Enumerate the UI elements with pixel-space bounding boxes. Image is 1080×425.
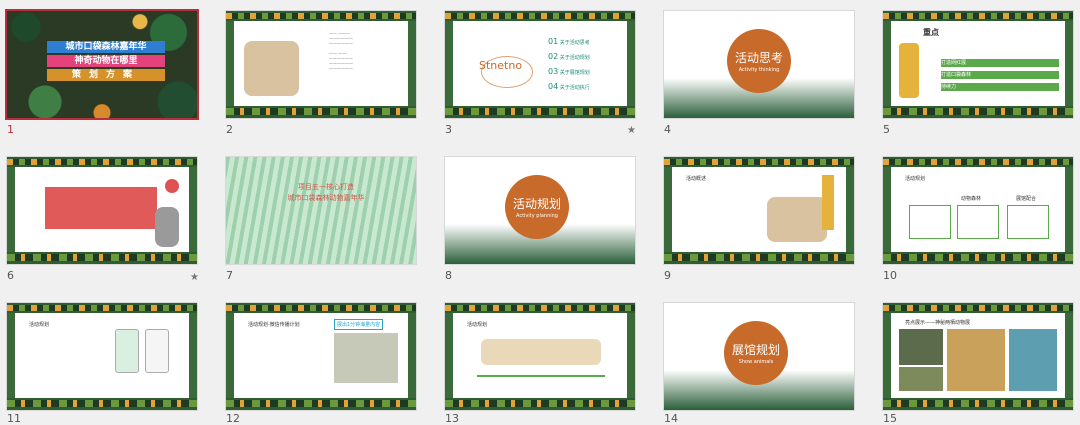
divider bbox=[477, 375, 605, 377]
animal-toys-image bbox=[244, 41, 299, 96]
slide-subtitle: Activity planning bbox=[516, 213, 558, 219]
animal-photo-1 bbox=[899, 329, 943, 365]
slide-thumbnail-11[interactable]: 活动规划 bbox=[7, 303, 197, 410]
toc-list: 01 关于活动思考 02 关于活动规划 03 关于展馆规划 04 关于活动执行 bbox=[548, 37, 590, 91]
tag-label: 展出1分钟海量内容 bbox=[334, 319, 384, 330]
slide-number-8: 8 bbox=[445, 269, 452, 282]
info-box-3 bbox=[1007, 205, 1049, 239]
info-box-1 bbox=[909, 205, 951, 239]
slide-thumbnail-5[interactable]: 重点 打造网红展 打造口袋森林 持续力 bbox=[883, 11, 1073, 118]
cartoon-animals-image bbox=[481, 339, 601, 365]
highlight-row-3: 持续力 bbox=[941, 83, 1059, 91]
highlight-row-2: 打造口袋森林 bbox=[941, 71, 1059, 79]
slide-heading: 活动规划·微信传播计划 bbox=[248, 322, 300, 328]
animal-toys-image bbox=[767, 197, 827, 242]
slide-thumbnail-1[interactable]: 城市口袋森林嘉年华 神奇动物在哪里 策划方案 bbox=[7, 11, 197, 118]
grass-background bbox=[226, 157, 416, 264]
slide-number-10: 10 bbox=[883, 269, 897, 282]
slide-thumbnail-9[interactable]: 活动概述 bbox=[664, 157, 854, 264]
title-line-3: 策划方案 bbox=[47, 69, 165, 81]
slide-thumbnail-10[interactable]: 活动规划 动物森林 展馆配合 bbox=[883, 157, 1073, 264]
slide-heading: 重点 bbox=[923, 28, 939, 37]
slide-thumbnail-6[interactable] bbox=[7, 157, 197, 264]
giraffe-image bbox=[899, 43, 919, 98]
slide-number-5: 5 bbox=[883, 123, 890, 136]
column-label-2: 展馆配合 bbox=[1016, 196, 1037, 202]
slide-number-4: 4 bbox=[664, 123, 671, 136]
slide-thumbnail-2[interactable]: —— ——— —————— —————— —— —— —————— —————— —————… bbox=[226, 11, 416, 118]
giraffe-image bbox=[822, 175, 834, 230]
slide-number-12: 12 bbox=[226, 412, 240, 425]
slide-thumbnail-3[interactable]: Stnetno 01 关于活动思考 02 关于活动规划 03 关于展馆规划 04… bbox=[445, 11, 635, 118]
animation-star-icon: ★ bbox=[627, 125, 636, 136]
slide-number-2: 2 bbox=[226, 123, 233, 136]
slide-subtitle: Activity thinking bbox=[738, 67, 780, 73]
slide-thumbnail-13[interactable]: 活动规划 bbox=[445, 303, 635, 410]
subheadline: 城市口袋森林动物嘉年华 bbox=[287, 194, 365, 202]
slide-thumbnail-4[interactable]: 活动思考 Activity thinking bbox=[664, 11, 854, 118]
cat-image bbox=[155, 207, 179, 247]
slide-number-9: 9 bbox=[664, 269, 671, 282]
slide-heading: 活动概述 bbox=[686, 176, 707, 182]
brand-text: Stnetno bbox=[479, 59, 523, 72]
title-block: 城市口袋森林嘉年华 神奇动物在哪里 策划方案 bbox=[47, 41, 165, 99]
slide-thumbnail-14[interactable]: 展馆规划 Show animals bbox=[664, 303, 854, 410]
slide-thumbnail-15[interactable]: 亮点展示——神秘两栖动物展 bbox=[883, 303, 1073, 410]
slide-title: 活动思考 bbox=[734, 51, 783, 65]
slide-number-7: 7 bbox=[226, 269, 233, 282]
slide-title: 展馆规划 bbox=[731, 343, 780, 357]
animal-photo-2 bbox=[899, 367, 943, 391]
slide-heading: 活动规划 bbox=[467, 322, 488, 328]
phone-mockup-1 bbox=[115, 329, 139, 373]
slide-number-11: 11 bbox=[7, 412, 21, 425]
slide-heading: 活动规划 bbox=[905, 176, 926, 182]
slide-number-14: 14 bbox=[664, 412, 678, 425]
slide-number-3: 3 bbox=[445, 123, 452, 136]
column-label-1: 动物森林 bbox=[961, 196, 982, 202]
slide-thumbnail-7[interactable]: 项目五一核心打造 城市口袋森林动物嘉年华 bbox=[226, 157, 416, 264]
slide-heading: 活动规划 bbox=[29, 322, 50, 328]
slide-number-13: 13 bbox=[445, 412, 459, 425]
animal-photo-4 bbox=[1009, 329, 1057, 391]
slide-thumbnail-12[interactable]: 活动规划·微信传播计划 展出1分钟海量内容 bbox=[226, 303, 416, 410]
red-banner bbox=[45, 187, 157, 229]
highlight-row-1: 打造网红展 bbox=[941, 59, 1059, 67]
slide-subtitle: Show animals bbox=[738, 359, 774, 365]
title-line-1: 城市口袋森林嘉年华 bbox=[47, 41, 165, 53]
info-box-2 bbox=[957, 205, 999, 239]
slide-number-6: 6 bbox=[7, 269, 14, 282]
animal-photo-3 bbox=[947, 329, 1005, 391]
animation-star-icon: ★ bbox=[190, 272, 199, 283]
headline: 项目五一核心打造 bbox=[298, 183, 354, 191]
phone-mockup-2 bbox=[145, 329, 169, 373]
title-line-2: 神奇动物在哪里 bbox=[47, 55, 165, 67]
slide-thumbnail-8[interactable]: 活动规划 Activity planning bbox=[445, 157, 635, 264]
balloon-icon bbox=[165, 179, 179, 193]
turtle-photo bbox=[334, 333, 398, 383]
slide-sorter: 城市口袋森林嘉年华 神奇动物在哪里 策划方案 1 —— ——— —————— ———… bbox=[0, 0, 1080, 425]
slide-number-1: 1 bbox=[7, 123, 14, 136]
slide-number-15: 15 bbox=[883, 412, 897, 425]
intro-text: —— ——— —————— —————— —— —— —————— —————— —————… bbox=[329, 31, 353, 71]
slide-title: 活动规划 bbox=[512, 197, 561, 211]
slide-heading: 亮点展示——神秘两栖动物展 bbox=[905, 320, 971, 326]
